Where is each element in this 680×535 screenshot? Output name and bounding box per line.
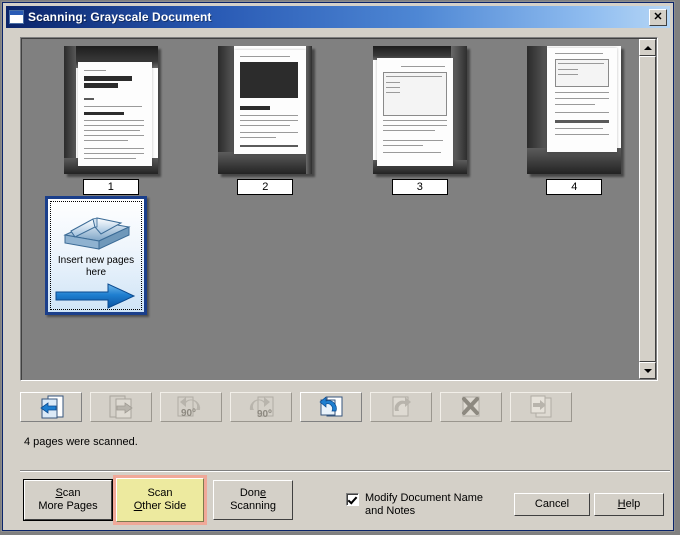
insert-tile-frame[interactable]: Insert new pages here <box>45 196 147 315</box>
page-image-1[interactable] <box>63 46 158 174</box>
rescan-page-button <box>370 392 432 422</box>
cancel-button[interactable]: Cancel <box>514 493 590 516</box>
pages-export-arrow-icon <box>530 395 552 418</box>
close-icon[interactable]: ✕ <box>649 8 667 26</box>
scrollbar-track[interactable] <box>639 56 656 362</box>
paper-area <box>376 58 453 166</box>
move-page-left-button[interactable] <box>20 392 82 422</box>
rotate-right-90-button: 90º <box>230 392 292 422</box>
rescan-page-icon <box>392 396 411 417</box>
scan-edge-right <box>306 46 313 174</box>
modify-document-name-checkbox[interactable] <box>346 493 359 506</box>
scan-more-line2: More Pages <box>38 500 98 512</box>
insert-tile-inner: Insert new pages here <box>50 201 142 310</box>
scan-edge-left <box>63 46 76 174</box>
svg-text:90º: 90º <box>257 409 272 420</box>
modify-document-name-row[interactable]: Modify Document Name and Notes <box>346 492 483 518</box>
scrollbar-thumb[interactable] <box>639 56 656 362</box>
rotate-left-90-button: 90º <box>160 392 222 422</box>
paper-area <box>547 48 618 152</box>
title-bar: Scanning: Grayscale Document ✕ <box>6 6 670 28</box>
scan-other-line1: Scan <box>147 487 173 499</box>
insert-new-pages-tile[interactable]: Insert new pages here <box>45 189 178 315</box>
thumbnail-pane[interactable]: 1 2 3 4 Insert new pages here <box>20 37 658 381</box>
done-scanning-button[interactable]: Done Scanning <box>213 480 293 520</box>
cancel-label: Cancel <box>534 498 570 510</box>
modify-document-name-label: Modify Document Name and Notes <box>365 492 483 517</box>
delete-x-icon <box>462 396 480 417</box>
thumbnail-canvas: 1 2 3 4 Insert new pages here <box>22 39 640 379</box>
accel-e: e <box>260 487 267 499</box>
insert-tile-label-line2: here <box>85 267 106 278</box>
thumbnail-page-3[interactable]: 3 <box>354 39 486 195</box>
scan-more-pages-button[interactable]: Scan More Pages <box>24 480 112 520</box>
divider <box>20 470 670 472</box>
paper-area <box>77 62 152 166</box>
done-scanning-label: Done Scanning <box>230 487 276 513</box>
scan-edge-bottom <box>218 152 313 174</box>
rotate-180-button[interactable] <box>300 392 362 422</box>
page-left-arrow-icon <box>40 395 64 419</box>
move-pages-to-button <box>510 392 572 422</box>
thumbnail-page-1[interactable]: 1 <box>45 39 177 195</box>
scroll-down-arrow-icon[interactable] <box>639 362 656 379</box>
insert-tile-label-line1: Insert new pages <box>57 255 135 266</box>
page-image-4[interactable] <box>527 46 622 174</box>
scan-edge-right <box>450 46 467 174</box>
accel-s: S <box>55 487 63 499</box>
rotate-ccw-90-icon: 90º <box>177 396 201 419</box>
svg-text:90º: 90º <box>181 408 196 419</box>
rotate-cw-90-icon: 90º <box>249 396 274 420</box>
delete-page-button <box>440 392 502 422</box>
page-image-2[interactable] <box>218 46 313 174</box>
done-line1-a: Don <box>239 487 261 499</box>
scan-more-line1-rest: can <box>62 487 81 499</box>
accel-o: O <box>133 500 143 512</box>
scan-other-side-label: Scan Other Side <box>134 487 187 513</box>
help-button[interactable]: Help <box>594 493 664 516</box>
help-label: Help <box>618 498 641 511</box>
window-icon <box>9 10 24 24</box>
status-message: 4 pages were scanned. <box>24 436 138 448</box>
thumbnail-page-2[interactable]: 2 <box>200 39 332 195</box>
window-title: Scanning: Grayscale Document <box>28 10 212 24</box>
page-toolbar: 90º 90º <box>20 392 658 424</box>
thumbnail-row-pages: 1 2 3 4 <box>22 39 640 195</box>
thumbnail-row-insert: Insert new pages here <box>22 189 640 315</box>
accel-h: H <box>617 498 626 510</box>
rotate-180-icon <box>319 396 343 417</box>
page-right-arrow-icon <box>109 395 133 419</box>
window-inner: Scanning: Grayscale Document ✕ 1 2 3 4 I… <box>5 5 671 528</box>
scanner-icon <box>57 205 135 254</box>
help-label-rest: elp <box>625 498 641 510</box>
thumbnail-page-4[interactable]: 4 <box>509 39 641 195</box>
move-page-right-button <box>90 392 152 422</box>
scan-more-pages-label: Scan More Pages <box>38 487 97 513</box>
done-line2: Scanning <box>230 500 276 512</box>
scroll-up-arrow-icon[interactable] <box>639 39 656 56</box>
vertical-scrollbar[interactable] <box>639 39 656 379</box>
page-image-3[interactable] <box>372 46 467 174</box>
scanning-dialog-window: Scanning: Grayscale Document ✕ 1 2 3 4 I… <box>2 2 674 531</box>
right-arrow-icon <box>54 281 138 314</box>
scan-other-line2-rest: ther Side <box>142 500 187 512</box>
paper-area <box>234 50 307 154</box>
scan-other-side-button[interactable]: Scan Other Side <box>116 478 204 522</box>
